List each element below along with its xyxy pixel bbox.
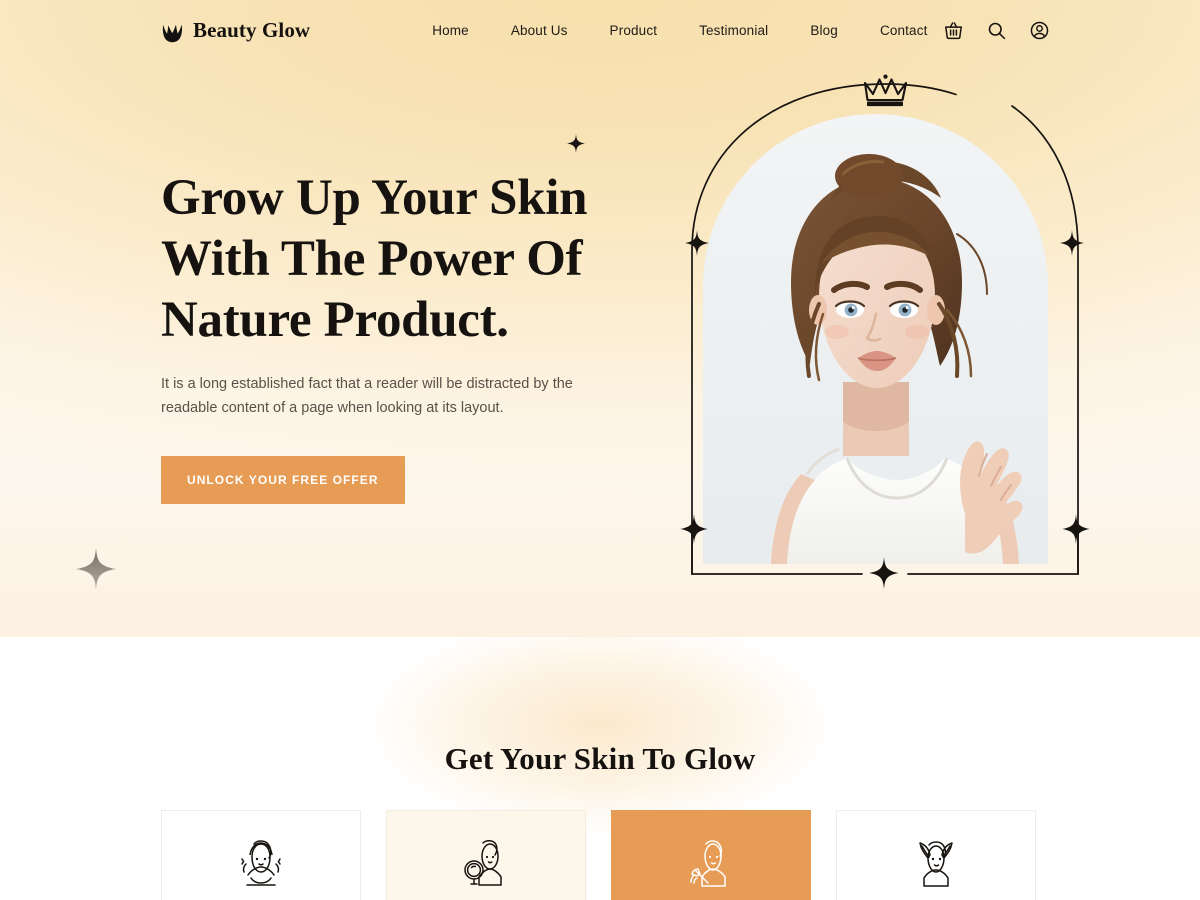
crown-icon <box>863 74 908 107</box>
face-mirror-icon <box>464 840 502 886</box>
feature-card-beauty-glow[interactable]: Beauty Glow <box>161 810 361 900</box>
hero-title-line-3: Nature Product. <box>161 292 509 348</box>
unlock-free-offer-button[interactable]: UNLOCK YOUR FREE OFFER <box>161 456 405 504</box>
face-brush-icon <box>690 840 726 887</box>
hero-copy: Grow Up Your Skin With The Power Of Natu… <box>161 168 681 504</box>
face-care-icon <box>241 840 281 886</box>
hero-title-line-2: With The Power Of <box>161 231 583 287</box>
nav-item-testimonial[interactable]: Testimonial <box>678 23 789 38</box>
brand-logo[interactable]: Beauty Glow <box>161 18 310 43</box>
feature-card-flawless-skin[interactable]: Flawless Skin <box>836 810 1036 900</box>
crown-icon <box>162 24 183 42</box>
section-title: Get Your Skin To Glow <box>444 741 756 776</box>
sparkle-icon <box>567 134 585 153</box>
nav-links: Home About Us Product Testimonial Blog C… <box>411 23 948 38</box>
sparkle-icon <box>1060 230 1084 256</box>
hero-section: Beauty Glow Home About Us Product Testim… <box>0 0 1200 637</box>
feature-card-beauty-skin[interactable]: Beauty Skin <box>611 810 811 900</box>
sparkle-icon <box>685 230 709 256</box>
feature-card-natural-glow[interactable]: Natural Glow <box>386 810 586 900</box>
brand-name: Beauty Glow <box>193 17 311 42</box>
nav-icon-group <box>943 20 1050 41</box>
feature-card-list: Beauty Glow Natural Glow <box>161 810 1051 900</box>
nav-item-home[interactable]: Home <box>411 23 490 38</box>
hero-image-frame <box>670 62 1100 589</box>
sparkle-icon <box>869 557 899 589</box>
landing-page: Beauty Glow Home About Us Product Testim… <box>0 0 1200 900</box>
nav-item-contact[interactable]: Contact <box>859 23 949 38</box>
main-navigation: Beauty Glow Home About Us Product Testim… <box>0 0 1200 60</box>
hero-subtitle: It is a long established fact that a rea… <box>161 372 576 420</box>
hero-title: Grow Up Your Skin With The Power Of Natu… <box>161 168 681 351</box>
nav-item-product[interactable]: Product <box>589 23 679 38</box>
decorative-frame <box>691 83 1079 575</box>
account-icon[interactable] <box>1029 20 1050 41</box>
sparkle-icon <box>76 548 116 590</box>
face-leaves-icon <box>919 841 953 887</box>
nav-item-blog[interactable]: Blog <box>789 23 859 38</box>
hero-title-line-1: Grow Up Your Skin <box>161 170 588 226</box>
nav-item-about-us[interactable]: About Us <box>490 23 589 38</box>
hero-subtitle-line-1: It is a long established fact that a rea… <box>161 376 549 392</box>
sparkle-icon <box>680 514 708 544</box>
basket-icon[interactable] <box>943 20 964 41</box>
search-icon[interactable] <box>986 20 1007 41</box>
sparkle-icon <box>1062 514 1090 544</box>
